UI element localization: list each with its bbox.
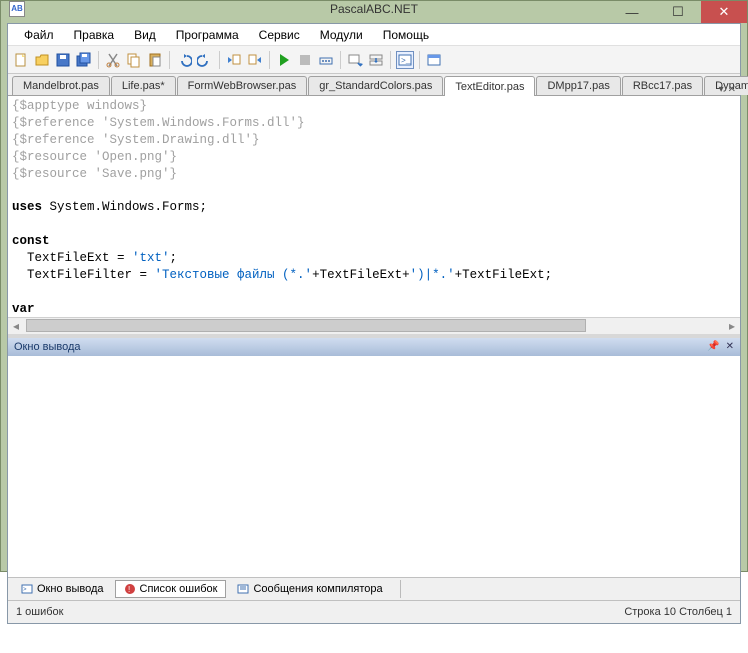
tab-grstandardcolors[interactable]: gr_StandardColors.pas — [308, 76, 443, 95]
menubar: Файл Правка Вид Программа Сервис Модули … — [8, 24, 740, 46]
statusbar: 1 ошибок Строка 10 Столбец 1 — [8, 601, 740, 623]
menu-file[interactable]: Файл — [14, 26, 64, 44]
status-cursor-pos: Строка 10 Столбец 1 — [624, 606, 732, 618]
btab-errors[interactable]: ! Список ошибок — [115, 580, 227, 598]
output-panel-title: Окно вывода 📌 ✕ — [8, 338, 740, 356]
tab-close-icon[interactable]: ✕ — [728, 84, 736, 95]
svg-text:>_: >_ — [401, 57, 411, 66]
error-list-icon: ! — [124, 583, 136, 595]
paste-button[interactable] — [146, 51, 164, 69]
tab-life[interactable]: Life.pas* — [111, 76, 176, 95]
status-errors: 1 ошибок — [16, 606, 64, 618]
svg-text:>: > — [23, 587, 27, 593]
menu-modules[interactable]: Модули — [310, 26, 373, 44]
save-all-button[interactable] — [75, 51, 93, 69]
cut-button[interactable] — [104, 51, 122, 69]
step-into-button[interactable] — [346, 51, 364, 69]
toggle-output-button[interactable]: >_ — [396, 51, 414, 69]
stop-button[interactable] — [296, 51, 314, 69]
open-file-button[interactable] — [33, 51, 51, 69]
code-editor[interactable]: {$apptype windows} {$reference 'System.W… — [8, 96, 740, 317]
horizontal-scrollbar[interactable]: ◂ ▸ — [8, 317, 740, 334]
output-close-icon[interactable]: ✕ — [726, 341, 734, 352]
menu-program[interactable]: Программа — [166, 26, 249, 44]
tab-texteditor[interactable]: TextEditor.pas — [444, 76, 535, 96]
menu-service[interactable]: Сервис — [249, 26, 310, 44]
save-button[interactable] — [54, 51, 72, 69]
tab-rbcc17[interactable]: RBcc17.pas — [622, 76, 703, 95]
menu-edit[interactable]: Правка — [64, 26, 125, 44]
undo-button[interactable] — [175, 51, 193, 69]
new-file-button[interactable] — [12, 51, 30, 69]
output-panel[interactable] — [8, 356, 740, 577]
redo-button[interactable] — [196, 51, 214, 69]
tab-formwebbrowser[interactable]: FormWebBrowser.pas — [177, 76, 308, 95]
run-button[interactable] — [275, 51, 293, 69]
copy-button[interactable] — [125, 51, 143, 69]
menu-view[interactable]: Вид — [124, 26, 166, 44]
pin-icon[interactable]: 📌 — [707, 341, 719, 352]
step-over-button[interactable] — [367, 51, 385, 69]
titlebar: AB PascalABC.NET — ☐ ✕ — [1, 1, 747, 17]
btab-compiler-msgs[interactable]: Сообщения компилятора — [228, 580, 391, 598]
compiler-msg-icon — [237, 583, 249, 595]
navigate-fwd-button[interactable] — [246, 51, 264, 69]
tab-dmpp17[interactable]: DMpp17.pas — [536, 76, 620, 95]
app-window: AB PascalABC.NET — ☐ ✕ Файл Правка Вид П… — [0, 0, 748, 572]
menu-help[interactable]: Помощь — [373, 26, 439, 44]
maximize-button[interactable]: ☐ — [655, 1, 701, 23]
tabs-dropdown-icon[interactable]: ▾ — [719, 84, 724, 95]
close-button[interactable]: ✕ — [701, 1, 747, 23]
compile-button[interactable] — [317, 51, 335, 69]
client-area: Файл Правка Вид Программа Сервис Модули … — [7, 23, 741, 624]
form-designer-button[interactable] — [425, 51, 443, 69]
bottom-tabs: > Окно вывода ! Список ошибок Сообщения … — [8, 577, 740, 601]
toolbar: >_ — [8, 46, 740, 74]
output-icon: > — [21, 583, 33, 595]
btab-output[interactable]: > Окно вывода — [12, 580, 113, 598]
svg-text:!: ! — [128, 585, 130, 594]
minimize-button[interactable]: — — [609, 1, 655, 23]
editor-tabs: Mandelbrot.pas Life.pas* FormWebBrowser.… — [8, 74, 740, 96]
tab-mandelbrot[interactable]: Mandelbrot.pas — [12, 76, 110, 95]
navigate-back-button[interactable] — [225, 51, 243, 69]
